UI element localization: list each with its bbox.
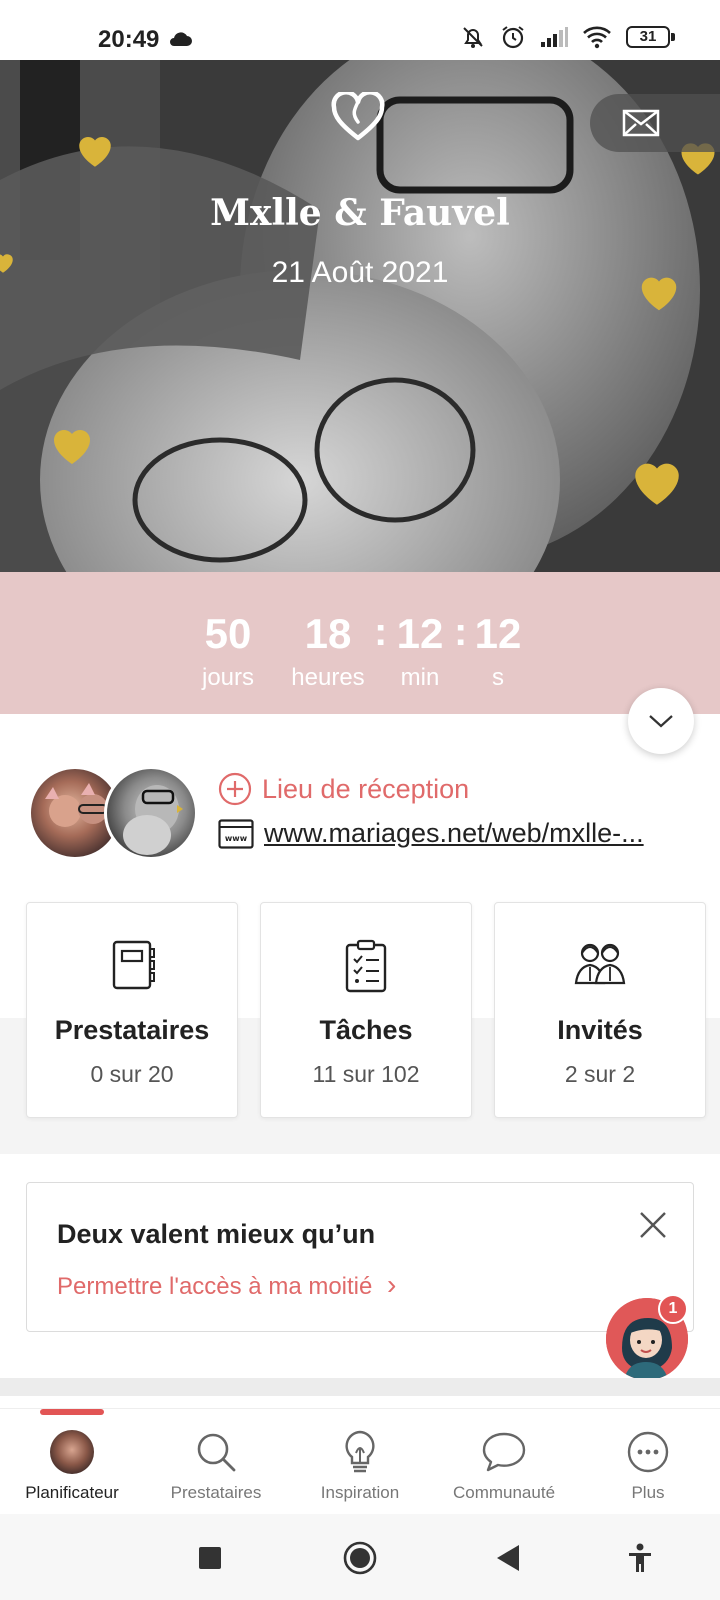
guests-icon (574, 943, 626, 985)
more-icon (627, 1431, 669, 1473)
countdown-days-label: jours (201, 664, 255, 691)
website-icon: www (218, 818, 254, 849)
guests-count: 2 sur 2 (564, 1061, 636, 1087)
invite-partner-card: Deux valent mieux qu’un Permettre l'accè… (26, 1182, 694, 1332)
vendors-title: Prestataires (54, 1015, 210, 1045)
status-bar: 20:49 31 (0, 0, 720, 60)
invite-partner-title: Deux valent mieux qu’un (57, 1219, 376, 1249)
avatar-icon (50, 1430, 94, 1474)
avatar (104, 766, 198, 860)
couple-photo-header: Mxlle & Fauvel 21 Août 2021 (0, 60, 720, 572)
wedding-website-link[interactable]: www www.mariages.net/web/mxlle-... (218, 818, 694, 849)
gold-heart-sticker (635, 463, 679, 505)
alarm-icon (502, 26, 524, 49)
nav-planner[interactable]: Planificateur (0, 1427, 144, 1503)
countdown-seconds-label: s (492, 664, 504, 691)
nav-more[interactable]: Plus (576, 1427, 720, 1503)
website-icon-text: www (225, 834, 248, 843)
tasks-count: 11 sur 102 (312, 1061, 420, 1087)
nav-inspiration-label: Inspiration (320, 1483, 400, 1502)
collapse-header-button[interactable] (628, 688, 694, 754)
nav-community[interactable]: Communauté (432, 1427, 576, 1503)
chat-bubble-icon (482, 1432, 526, 1472)
gold-heart-sticker (54, 430, 90, 464)
search-icon (197, 1433, 236, 1472)
home-button[interactable] (338, 1536, 382, 1580)
lightbulb-icon (345, 1430, 375, 1473)
wifi-icon (583, 26, 611, 49)
back-button[interactable] (486, 1536, 530, 1580)
tasks-title: Tâches (319, 1015, 413, 1045)
heart-logo-icon (331, 92, 385, 141)
cloud-icon (170, 32, 192, 46)
website-url: www.mariages.net/web/mxlle-... (264, 818, 644, 848)
system-navigation-bar (0, 1514, 720, 1600)
home-circle-icon (343, 1541, 377, 1575)
vendors-count: 0 sur 20 (90, 1061, 174, 1087)
messages-button[interactable] (590, 94, 720, 152)
square-icon (199, 1547, 221, 1569)
nav-more-label: Plus (631, 1483, 665, 1502)
battery-indicator: 31 (626, 26, 675, 48)
checklist-icon (345, 939, 387, 993)
nav-community-label: Communauté (452, 1483, 556, 1502)
invite-partner-link-label: Permettre l'accès à ma moitié (57, 1273, 373, 1300)
signal-icon (541, 27, 568, 47)
invite-partner-link[interactable]: Permettre l'accès à ma moitié › (57, 1269, 396, 1301)
notification-badge: 1 (658, 1294, 688, 1324)
status-time: 20:49 (98, 26, 160, 53)
notebook-icon (112, 940, 155, 990)
section-divider (0, 1378, 720, 1396)
guests-card[interactable]: Invités 2 sur 2 (494, 902, 706, 1118)
countdown-hours: 18 (304, 610, 352, 657)
couple-names: Mxlle & Fauvel (210, 192, 510, 234)
vendors-card[interactable]: Prestataires 0 sur 20 (26, 902, 238, 1118)
active-tab-indicator (40, 1409, 104, 1415)
nav-vendors-label: Prestataires (170, 1483, 262, 1502)
gold-heart-sticker (79, 137, 111, 167)
plus-circle-icon (218, 772, 252, 806)
countdown-hours-label: heures (291, 664, 365, 691)
countdown-days: 50 (204, 610, 252, 657)
mute-bell-icon (463, 27, 483, 48)
guests-title: Invités (557, 1015, 643, 1045)
close-icon[interactable] (635, 1207, 671, 1243)
back-triangle-icon (497, 1545, 519, 1571)
chevron-right-icon: › (387, 1269, 397, 1300)
nav-inspiration[interactable]: Inspiration (288, 1427, 432, 1503)
nav-vendors[interactable]: Prestataires (144, 1427, 288, 1503)
status-icons: 31 (460, 24, 675, 50)
couple-avatars[interactable] (28, 766, 198, 860)
add-venue-link[interactable]: Lieu de réception (218, 772, 469, 806)
wedding-date: 21 Août 2021 (271, 256, 449, 289)
envelope-icon (622, 109, 660, 137)
bottom-navigation: Planificateur Prestataires Inspiration C… (0, 1408, 720, 1512)
wedding-countdown: 50 jours 18 heures : 12 min : 12 s (0, 572, 720, 714)
chevron-down-icon (649, 715, 673, 728)
countdown-seconds: 12 (474, 610, 522, 657)
venue-label: Lieu de réception (262, 773, 470, 804)
accessibility-button[interactable] (618, 1536, 662, 1580)
recents-button[interactable] (188, 1536, 232, 1580)
accessibility-icon (629, 1543, 651, 1572)
nav-planner-label: Planificateur (25, 1483, 119, 1502)
tasks-card[interactable]: Tâches 11 sur 102 (260, 902, 472, 1118)
